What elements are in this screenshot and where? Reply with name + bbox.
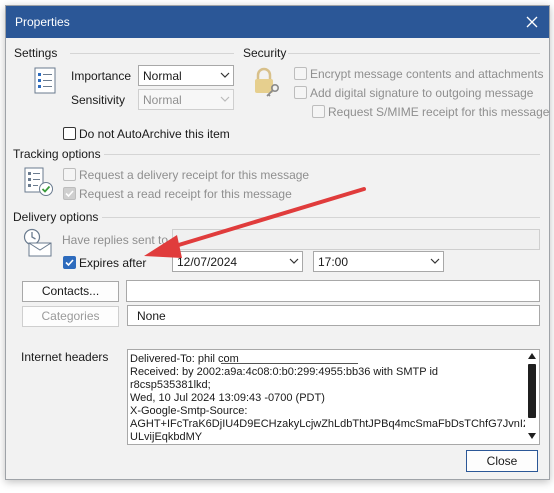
headers-scrollbar[interactable] — [525, 350, 539, 442]
window-title: Properties — [15, 15, 70, 29]
contacts-button[interactable]: Contacts... — [22, 281, 119, 302]
smime-checkbox[interactable] — [312, 105, 325, 118]
header-line: Received: by 2002:a9a:4c08:0:b0:299:4955… — [130, 366, 439, 378]
read-receipt-label: Request a read receipt for this message — [79, 187, 292, 201]
replies-input[interactable] — [172, 229, 540, 250]
chevron-down-icon — [220, 93, 230, 103]
settings-divider — [70, 53, 234, 54]
expires-date-value: 12/07/2024 — [177, 255, 238, 269]
delivery-clock-icon — [21, 227, 55, 259]
tracking-group-label: Tracking options — [13, 147, 101, 161]
internet-headers-label: Internet headers — [21, 350, 109, 364]
categories-field: None — [127, 305, 540, 326]
chevron-down-icon — [430, 255, 440, 265]
security-group-label: Security — [243, 46, 287, 60]
header-line: Wed, 10 Jul 2024 13:09:43 -0700 (PDT) — [130, 392, 325, 404]
replies-label: Have replies sent to — [62, 233, 169, 247]
categories-button[interactable]: Categories — [22, 306, 119, 327]
chevron-down-icon — [289, 255, 299, 265]
encrypt-checkbox[interactable] — [294, 67, 307, 80]
sensitivity-label: Sensitivity — [71, 93, 126, 107]
delivery-divider — [102, 217, 540, 218]
delivery-group-label: Delivery options — [13, 210, 99, 224]
autoarchive-checkbox[interactable] — [63, 127, 76, 140]
settings-list-icon — [33, 66, 59, 96]
header-line: X-Google-Smtp-Source: — [130, 405, 248, 417]
settings-group-label: Settings — [14, 46, 58, 60]
encrypt-label: Encrypt message contents and attachments — [310, 67, 544, 81]
header-line: r8csp535381lkd; — [130, 379, 211, 391]
close-button[interactable]: Close — [466, 450, 538, 472]
autoarchive-label: Do not AutoArchive this item — [79, 127, 230, 141]
smime-label: Request S/MIME receipt for this message — [328, 105, 550, 119]
expires-time-select[interactable]: 17:00 — [313, 251, 444, 272]
scroll-down-icon — [528, 433, 536, 439]
tracking-icon — [23, 166, 55, 198]
delivery-receipt-checkbox[interactable] — [63, 168, 76, 181]
importance-value: Normal — [143, 69, 182, 83]
importance-label: Importance — [71, 69, 132, 83]
sensitivity-select[interactable]: Normal — [138, 89, 234, 110]
expires-label: Expires after — [79, 256, 147, 270]
scrollbar-thumb[interactable] — [528, 364, 536, 418]
header-line: ULvijEqkbdMY — [130, 431, 203, 443]
expires-time-value: 17:00 — [318, 255, 349, 269]
expires-date-picker[interactable]: 12/07/2024 — [172, 251, 303, 272]
digital-signature-label: Add digital signature to outgoing messag… — [310, 86, 534, 100]
lock-icon — [251, 66, 283, 98]
sensitivity-value: Normal — [143, 93, 182, 107]
properties-dialog: Properties Settings Importance Normal Se… — [5, 5, 550, 480]
expires-checkbox[interactable] — [63, 256, 76, 269]
close-icon[interactable] — [521, 11, 543, 33]
tracking-divider — [104, 154, 540, 155]
header-line: AGHT+IFcTraK6DjIU4D9ECHzakyLcjwZhLdbThtJ… — [130, 418, 530, 430]
delivery-receipt-label: Request a delivery receipt for this mess… — [79, 168, 310, 182]
chevron-down-icon — [220, 69, 230, 79]
scroll-up-icon — [528, 353, 536, 359]
title-bar: Properties — [6, 6, 549, 38]
security-divider — [288, 53, 540, 54]
read-receipt-checkbox[interactable] — [63, 187, 76, 200]
importance-select[interactable]: Normal — [138, 65, 234, 86]
redaction-line — [221, 363, 358, 364]
categories-value: None — [137, 309, 166, 323]
digital-signature-checkbox[interactable] — [294, 86, 307, 99]
internet-headers-textarea[interactable]: Delivered-To: phil com Received: by 2002… — [127, 349, 540, 445]
contacts-input[interactable] — [126, 280, 540, 302]
